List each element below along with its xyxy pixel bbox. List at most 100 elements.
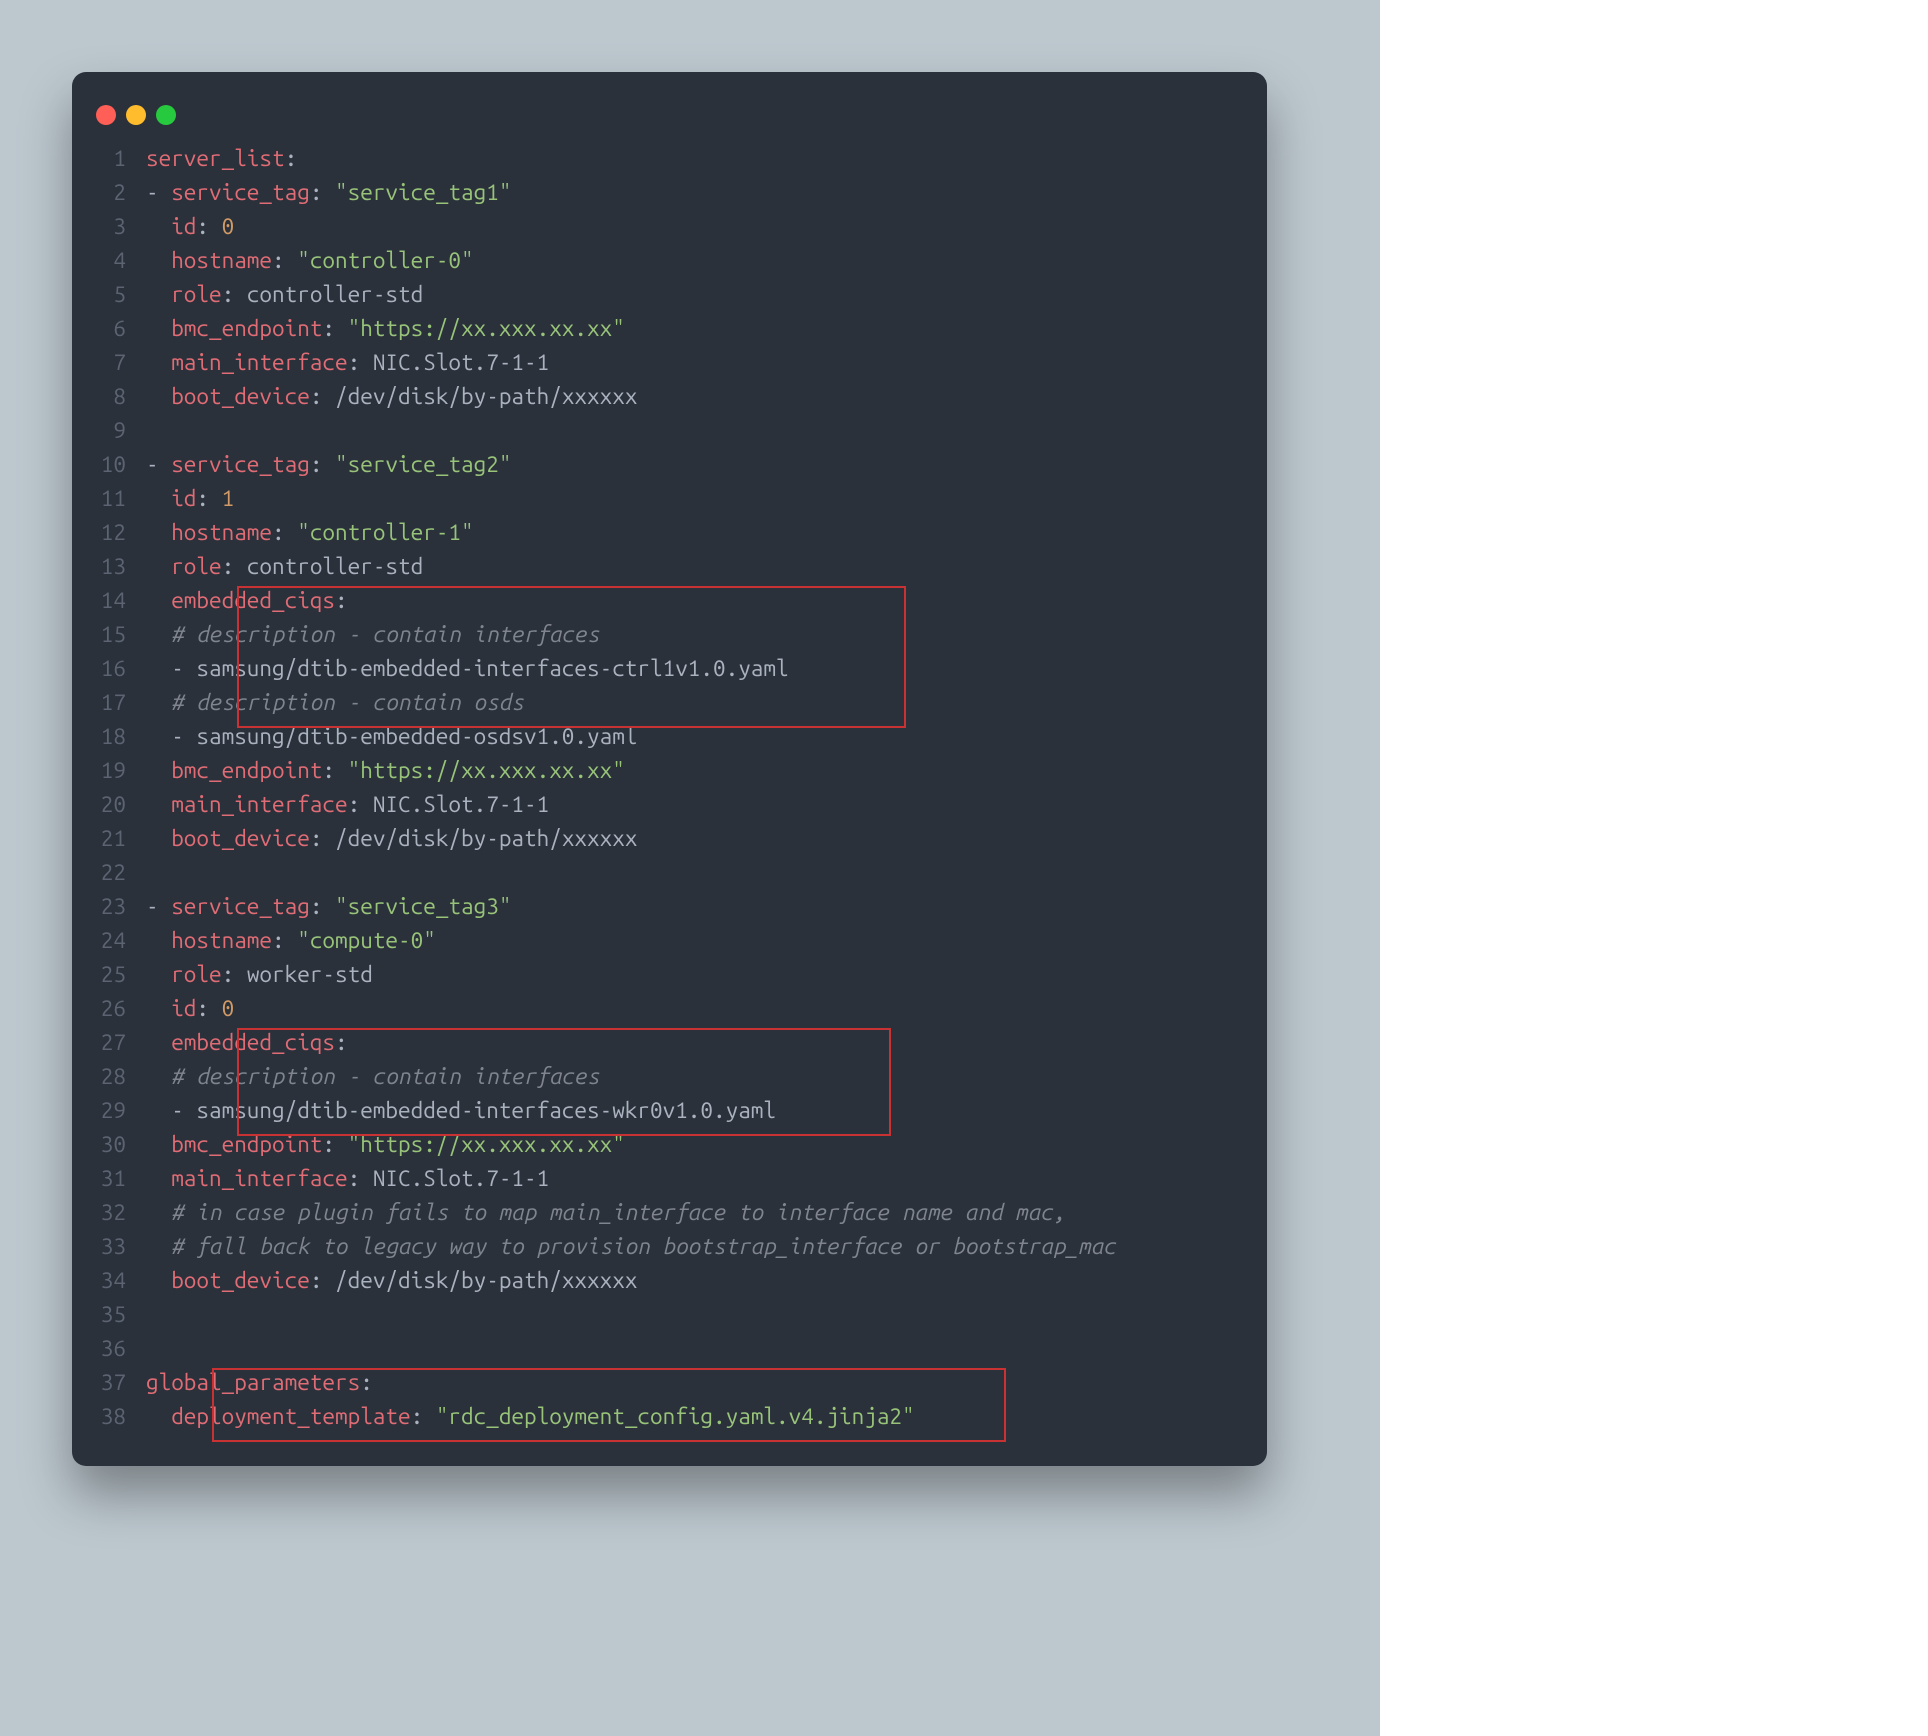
- code-line: 35: [72, 1302, 1267, 1336]
- line-content: # in case plugin fails to map main_inter…: [146, 1200, 1267, 1225]
- code-line: 18 - samsung/dtib-embedded-osdsv1.0.yaml: [72, 724, 1267, 758]
- code-token: # fall back to legacy way to provision b…: [171, 1234, 1116, 1259]
- code-line: 23- service_tag: "service_tag3": [72, 894, 1267, 928]
- line-number: 8: [72, 384, 146, 409]
- code-token: [146, 758, 171, 783]
- line-content: id: 0: [146, 214, 1267, 239]
- code-line: 22: [72, 860, 1267, 894]
- code-token: [146, 1268, 171, 1293]
- code-token: deployment_template: [171, 1404, 410, 1429]
- code-token: :: [322, 1132, 347, 1157]
- code-token: main_interface: [171, 350, 347, 375]
- code-token: [146, 316, 171, 341]
- code-token: :: [360, 1370, 373, 1395]
- code-line: 8 boot_device: /dev/disk/by-path/xxxxxx: [72, 384, 1267, 418]
- code-token: :: [196, 996, 221, 1021]
- line-content: hostname: "controller-0": [146, 248, 1267, 273]
- line-content: main_interface: NIC.Slot.7-1-1: [146, 350, 1267, 375]
- line-number: 17: [72, 690, 146, 715]
- code-line: 25 role: worker-std: [72, 962, 1267, 996]
- code-token: :: [196, 214, 221, 239]
- code-token: [146, 520, 171, 545]
- code-line: 17 # description - contain osds: [72, 690, 1267, 724]
- minimize-icon[interactable]: [126, 105, 146, 125]
- code-line: 5 role: controller-std: [72, 282, 1267, 316]
- code-token: NIC.Slot.7-1-1: [373, 350, 549, 375]
- line-number: 25: [72, 962, 146, 987]
- line-number: 31: [72, 1166, 146, 1191]
- code-token: [146, 554, 171, 579]
- code-line: 28 # description - contain interfaces: [72, 1064, 1267, 1098]
- code-token: [146, 282, 171, 307]
- code-token: [146, 1132, 171, 1157]
- code-token: :: [348, 792, 373, 817]
- code-line: 4 hostname: "controller-0": [72, 248, 1267, 282]
- code-token: [146, 248, 171, 273]
- code-line: 36: [72, 1336, 1267, 1370]
- code-token: -: [171, 1098, 196, 1123]
- code-token: id: [171, 214, 196, 239]
- code-token: -: [146, 894, 171, 919]
- line-number: 9: [72, 418, 146, 443]
- code-token: :: [348, 1166, 373, 1191]
- code-token: :: [222, 962, 247, 987]
- code-line: 37global_parameters:: [72, 1370, 1267, 1404]
- line-number: 12: [72, 520, 146, 545]
- code-line: 6 bmc_endpoint: "https://xx.xxx.xx.xx": [72, 316, 1267, 350]
- line-number: 2: [72, 180, 146, 205]
- code-token: # in case plugin fails to map main_inter…: [171, 1200, 1066, 1225]
- code-line: 20 main_interface: NIC.Slot.7-1-1: [72, 792, 1267, 826]
- line-content: global_parameters:: [146, 1370, 1267, 1395]
- code-line: 13 role: controller-std: [72, 554, 1267, 588]
- maximize-icon[interactable]: [156, 105, 176, 125]
- code-token: boot_device: [171, 1268, 310, 1293]
- code-token: :: [272, 928, 297, 953]
- code-token: [146, 1200, 171, 1225]
- code-token: "controller-0": [297, 248, 473, 273]
- code-token: /dev/disk/by-path/xxxxxx: [335, 826, 637, 851]
- line-number: 1: [72, 146, 146, 171]
- code-token: main_interface: [171, 1166, 347, 1191]
- line-content: embedded_ciqs:: [146, 1030, 1267, 1055]
- code-token: :: [322, 758, 347, 783]
- close-icon[interactable]: [96, 105, 116, 125]
- code-line: 1server_list:: [72, 146, 1267, 180]
- line-number: 3: [72, 214, 146, 239]
- code-token: hostname: [171, 248, 272, 273]
- line-content: - service_tag: "service_tag3": [146, 894, 1267, 919]
- code-line: 29 - samsung/dtib-embedded-interfaces-wk…: [72, 1098, 1267, 1132]
- line-content: boot_device: /dev/disk/by-path/xxxxxx: [146, 384, 1267, 409]
- code-token: bmc_endpoint: [171, 758, 322, 783]
- code-line: 9: [72, 418, 1267, 452]
- code-token: -: [171, 656, 196, 681]
- code-token: embedded_ciqs: [171, 1030, 335, 1055]
- code-token: :: [310, 826, 335, 851]
- code-token: [146, 384, 171, 409]
- code-token: global_parameters: [146, 1370, 360, 1395]
- line-number: 24: [72, 928, 146, 953]
- code-token: "service_tag1": [335, 180, 511, 205]
- code-line: 32 # in case plugin fails to map main_in…: [72, 1200, 1267, 1234]
- code-token: [146, 826, 171, 851]
- line-content: id: 0: [146, 996, 1267, 1021]
- code-token: controller-std: [247, 554, 423, 579]
- line-number: 15: [72, 622, 146, 647]
- code-token: [146, 928, 171, 953]
- line-content: id: 1: [146, 486, 1267, 511]
- code-token: NIC.Slot.7-1-1: [373, 792, 549, 817]
- code-line: 26 id: 0: [72, 996, 1267, 1030]
- code-token: [146, 792, 171, 817]
- code-token: server_list: [146, 146, 285, 171]
- code-token: :: [411, 1404, 436, 1429]
- code-token: hostname: [171, 928, 272, 953]
- code-token: /dev/disk/by-path/xxxxxx: [335, 384, 637, 409]
- line-number: 33: [72, 1234, 146, 1259]
- line-number: 19: [72, 758, 146, 783]
- code-token: controller-std: [247, 282, 423, 307]
- line-content: - samsung/dtib-embedded-interfaces-wkr0v…: [146, 1098, 1267, 1123]
- code-body: 1server_list:2- service_tag: "service_ta…: [72, 136, 1267, 1438]
- code-token: hostname: [171, 520, 272, 545]
- line-number: 10: [72, 452, 146, 477]
- line-content: main_interface: NIC.Slot.7-1-1: [146, 1166, 1267, 1191]
- code-token: # description - contain interfaces: [171, 622, 599, 647]
